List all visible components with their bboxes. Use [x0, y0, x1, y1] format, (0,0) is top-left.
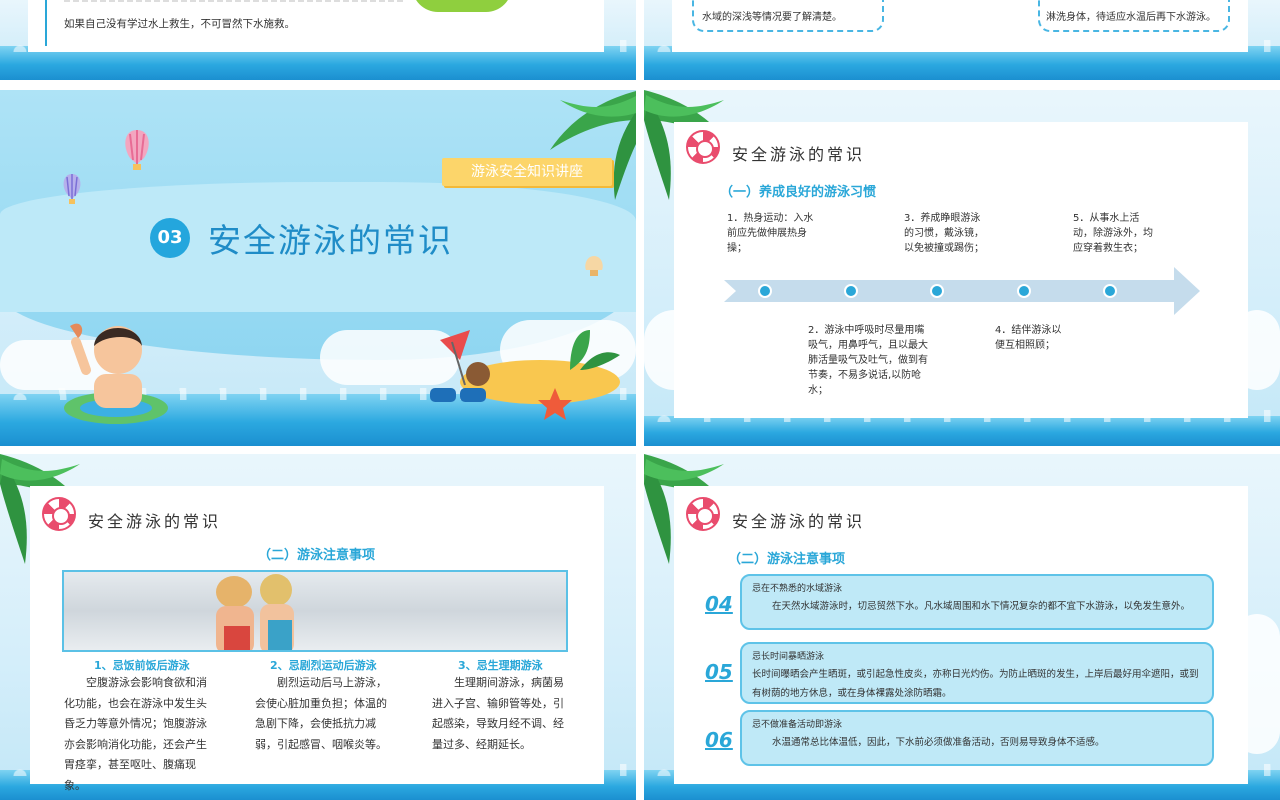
slide-6-title: 安全游泳的常识 [732, 512, 866, 531]
boy-swimming-image [64, 323, 168, 424]
beach-island-image [430, 330, 620, 420]
slide-4-subtitle: （一）养成良好的游泳习惯 [720, 185, 877, 200]
life-ring-icon [42, 497, 76, 531]
slide-3-thumbnail[interactable]: 游泳安全知识讲座 03 安全游泳的常识 [0, 90, 636, 446]
slide-4-card [674, 122, 1248, 418]
column-3-heading: 3、忌生理期游泳 [458, 659, 543, 672]
life-ring-icon [686, 130, 720, 164]
slide-5-title: 安全游泳的常识 [88, 512, 222, 531]
slide-1-top-line [64, 0, 404, 2]
slide-2-card: 水域的深浅等情况要了解清楚。 淋洗身体，待适应水温后再下水游泳。 [672, 0, 1248, 52]
timeline-dot [930, 284, 944, 298]
section-badge: 游泳安全知识讲座 [442, 158, 612, 186]
slide-5-subtitle: （二）游泳注意事项 [258, 548, 376, 563]
shell-balloon-icon [125, 130, 149, 170]
timeline-item-5: 5．从事水上活动，除游泳外，均应穿着救生衣； [1073, 213, 1153, 254]
timeline-dot [1017, 284, 1031, 298]
sea-decoration [644, 410, 1280, 446]
slide-4-title: 安全游泳的常识 [732, 145, 866, 164]
column-2-heading: 2、忌剧烈运动后游泳 [270, 659, 377, 672]
timeline-arrowhead [1174, 267, 1200, 315]
shell-balloon-icon [63, 174, 81, 204]
note-box-04: 忌在不熟悉的水域游泳 在天然水域游泳时，切忌贸然下水。凡水域周围和水下情况复杂的… [740, 574, 1214, 630]
timeline-item-1: 1．热身运动：入水前应先做伸展热身操； [727, 213, 814, 254]
column-3-body: 生理期间游泳，病菌易进入子宫、输卵管等处，引起感染，导致月经不调、经量过多、经期… [432, 676, 564, 751]
life-ring-icon [686, 497, 720, 531]
timeline-tail-notch [724, 280, 736, 302]
slide-2-thumbnail[interactable]: 水域的深浅等情况要了解清楚。 淋洗身体，待适应水温后再下水游泳。 [644, 0, 1280, 80]
float-ring-image [412, 0, 512, 12]
column-1-body: 空腹游泳会影响食欲和消化功能，也会在游泳中发生头昏乏力等意外情况；饱腹游泳亦会影… [64, 676, 207, 792]
column-2-body: 剧烈运动后马上游泳，会使心脏加重负担；体温的急剧下降，会使抵抗力减弱，引起感冒、… [255, 676, 387, 751]
slide-1-thumbnail[interactable]: 如果自己没有学过水上救生，不可冒然下水施救。 [0, 0, 636, 80]
note-body: 在天然水域游泳时，切忌贸然下水。凡水域周围和水下情况复杂的都不宜下水游泳，以免发… [772, 601, 1191, 612]
note-body: 长时间曝晒会产生晒斑，或引起急性皮炎，亦称日光灼伤。为防止晒斑的发生，上岸后最好… [752, 669, 1199, 699]
slide-1-card: 如果自己没有学过水上救生，不可冒然下水施救。 [28, 0, 604, 52]
note-box-06: 忌不做准备活动即游泳 水温通常总比体温低，因此，下水前必须做准备活动，否则易导致… [740, 710, 1214, 766]
note-body: 水温通常总比体温低，因此，下水前必须做准备活动，否则易导致身体不适感。 [772, 737, 1105, 748]
section-title: 安全游泳的常识 [208, 221, 453, 260]
section-number: 03 [150, 218, 190, 258]
timeline-dot [1103, 284, 1117, 298]
shell-icon [585, 256, 603, 276]
note-number-05: 05 [705, 660, 733, 684]
note-number-04: 04 [705, 592, 733, 616]
slide-2-left-note: 水域的深浅等情况要了解清楚。 [702, 12, 842, 23]
timeline-dot [758, 284, 772, 298]
slide-1-text: 如果自己没有学过水上救生，不可冒然下水施救。 [64, 18, 295, 30]
kids-in-water-image [216, 574, 294, 650]
timeline-item-4: 4．结伴游泳以便互相照顾； [995, 325, 1062, 351]
slide-1-left-border [45, 0, 47, 46]
note-title: 忌不做准备活动即游泳 [752, 720, 843, 730]
column-1-heading: 1、忌饭前饭后游泳 [94, 659, 190, 672]
note-title: 忌长时间暴晒游泳 [752, 652, 825, 662]
timeline-dot [844, 284, 858, 298]
timeline-item-2: 2．游泳中呼吸时尽量用嘴吸气，用鼻呼气，且以最大肺活量吸气及吐气，做到有节奏，不… [808, 325, 928, 396]
note-box-05: 忌长时间暴晒游泳 长时间曝晒会产生晒斑，或引起急性皮炎，亦称日光灼伤。为防止晒斑… [740, 642, 1214, 704]
kids-swimming-photo [62, 570, 568, 652]
slide-6-subtitle: （二）游泳注意事项 [728, 552, 846, 567]
note-title: 忌在不熟悉的水域游泳 [752, 584, 843, 594]
note-number-06: 06 [705, 728, 733, 752]
slide-2-right-note: 淋洗身体，待适应水温后再下水游泳。 [1046, 12, 1216, 23]
timeline-item-3: 3．养成睁眼游泳的习惯，戴泳镜，以免被撞或踢伤； [904, 213, 984, 254]
